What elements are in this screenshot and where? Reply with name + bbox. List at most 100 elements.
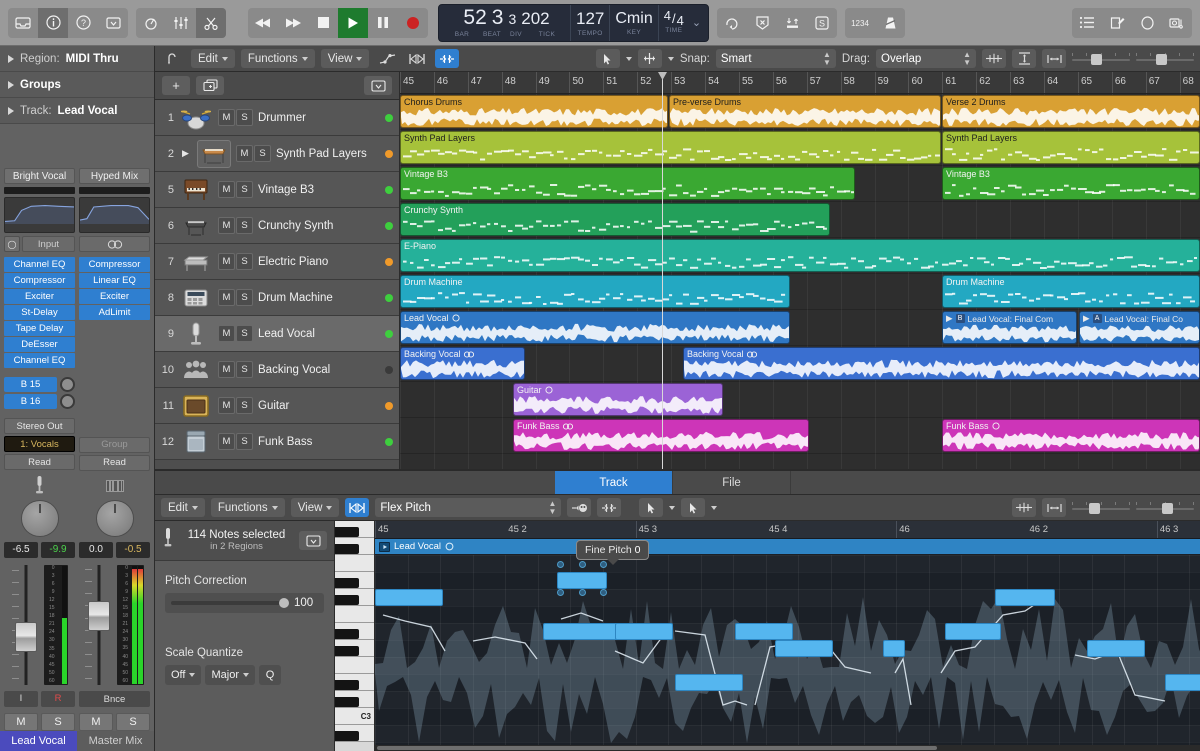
plugin-slot-empty[interactable] bbox=[79, 321, 150, 336]
volume-fader[interactable] bbox=[12, 565, 40, 685]
send-level-knob[interactable] bbox=[60, 394, 75, 409]
add-track-button[interactable]: + bbox=[162, 76, 190, 95]
toolbar-toggle-button[interactable] bbox=[98, 8, 128, 38]
editor-horizontal-scrollbar[interactable] bbox=[375, 745, 1200, 751]
region[interactable]: ▶BLead Vocal: Final Com bbox=[942, 311, 1077, 344]
editor-ruler[interactable]: 4545 245 345 44646 246 3 bbox=[375, 521, 1200, 539]
group-icon[interactable] bbox=[179, 356, 213, 384]
input-monitor-button[interactable]: I bbox=[4, 691, 38, 707]
channel-name-primary[interactable]: Lead Vocal bbox=[0, 731, 77, 751]
flex-pitch-note[interactable] bbox=[775, 640, 833, 657]
track-height-button[interactable] bbox=[1012, 49, 1036, 68]
send-level-knob[interactable] bbox=[60, 377, 75, 392]
note-handle[interactable] bbox=[557, 561, 564, 568]
master-pan-knob[interactable] bbox=[96, 500, 134, 536]
track-solo-button[interactable]: S bbox=[236, 253, 253, 270]
record-enable-dot[interactable] bbox=[385, 186, 393, 194]
plugin-slot[interactable]: Channel EQ bbox=[4, 353, 75, 368]
catch-playhead-button[interactable] bbox=[161, 49, 185, 68]
plugin-slot[interactable]: AdLimit bbox=[79, 305, 150, 320]
input-slot[interactable]: Input bbox=[22, 236, 75, 252]
output-slot[interactable]: Stereo Out bbox=[4, 418, 75, 434]
library-button[interactable] bbox=[8, 8, 38, 38]
automation-button[interactable] bbox=[375, 49, 399, 68]
synth-icon[interactable] bbox=[179, 212, 213, 240]
plugin-slot-empty[interactable] bbox=[79, 337, 150, 352]
editor-grouping-button[interactable] bbox=[597, 498, 621, 517]
scale-quantize-apply-button[interactable]: Q bbox=[259, 665, 281, 685]
mic-icon[interactable] bbox=[179, 320, 213, 348]
editor-audio-button[interactable] bbox=[567, 498, 591, 517]
automation-mode[interactable]: Read bbox=[79, 455, 150, 471]
flex-pitch-note[interactable] bbox=[995, 589, 1055, 606]
track-name[interactable]: Drummer bbox=[258, 112, 380, 124]
plugin-slot[interactable]: Tape Delay bbox=[4, 321, 75, 336]
record-enable-dot[interactable] bbox=[385, 222, 393, 230]
rewind-button[interactable] bbox=[248, 8, 278, 38]
track-name[interactable]: Funk Bass bbox=[258, 436, 380, 448]
plugin-slot[interactable]: Channel EQ bbox=[4, 257, 75, 272]
record-enable-button[interactable]: R bbox=[41, 691, 75, 707]
eq-header-bar[interactable] bbox=[79, 187, 150, 194]
track-header-row[interactable]: 12MSFunk Bass bbox=[155, 424, 399, 460]
track-header-row[interactable]: 10MSBacking Vocal bbox=[155, 352, 399, 388]
tab-file[interactable]: File bbox=[673, 471, 791, 494]
track-mute-button[interactable]: M bbox=[218, 361, 235, 378]
region[interactable]: Funk Bass bbox=[942, 419, 1200, 452]
editor-waveform-button[interactable] bbox=[1012, 498, 1036, 517]
flex-pitch-note[interactable] bbox=[883, 640, 905, 657]
track-solo-button[interactable]: S bbox=[236, 397, 253, 414]
editor-note-grid[interactable] bbox=[375, 555, 1200, 751]
editor-vertical-zoom-slider[interactable] bbox=[1072, 502, 1130, 514]
eq-header-bar[interactable] bbox=[4, 187, 75, 194]
track-name[interactable]: Lead Vocal bbox=[258, 328, 380, 340]
piano-black-key[interactable] bbox=[335, 731, 359, 741]
inspector-region-header[interactable]: Region: MIDI Thru bbox=[0, 46, 154, 72]
region[interactable]: Funk Bass bbox=[513, 419, 809, 452]
track-mute-button[interactable]: M bbox=[218, 289, 235, 306]
note-handle[interactable] bbox=[557, 589, 564, 596]
disclosure-triangle-icon[interactable] bbox=[8, 107, 14, 115]
region[interactable]: Drum Machine bbox=[400, 275, 790, 308]
group-slot[interactable]: 1: Vocals bbox=[4, 436, 75, 452]
record-enable-dot[interactable] bbox=[385, 330, 393, 338]
region[interactable]: Guitar bbox=[513, 383, 723, 416]
track-mute-button[interactable]: M bbox=[218, 325, 235, 342]
track-mute-button[interactable]: M bbox=[218, 217, 235, 234]
epiano-icon[interactable] bbox=[179, 248, 213, 276]
waveform-zoom-button[interactable] bbox=[982, 49, 1006, 68]
volume-value[interactable]: -0.5 bbox=[116, 542, 150, 558]
track-solo-button[interactable]: S bbox=[236, 361, 253, 378]
piano-white-key[interactable] bbox=[335, 555, 374, 572]
organ-icon[interactable] bbox=[179, 176, 213, 204]
count-in-button[interactable]: 1234 bbox=[845, 8, 875, 38]
group-slot[interactable]: Group bbox=[79, 437, 150, 453]
editor-left-click-tool[interactable] bbox=[639, 498, 663, 517]
region[interactable]: ▶ALead Vocal: Final Co bbox=[1079, 311, 1200, 344]
bassamp-icon[interactable] bbox=[179, 428, 213, 456]
track-mute-button[interactable]: M bbox=[218, 433, 235, 450]
menu-edit[interactable]: Edit bbox=[191, 49, 235, 68]
region[interactable]: Drum Machine bbox=[942, 275, 1200, 308]
solo-button[interactable]: S bbox=[41, 713, 75, 731]
track-name[interactable]: Backing Vocal bbox=[258, 364, 380, 376]
track-solo-button[interactable]: S bbox=[236, 181, 253, 198]
region[interactable]: Synth Pad Layers bbox=[942, 131, 1200, 164]
record-enable-dot[interactable] bbox=[385, 402, 393, 410]
region[interactable]: Synth Pad Layers bbox=[400, 131, 941, 164]
channel-setting-name[interactable]: Bright Vocal bbox=[4, 168, 75, 184]
region[interactable]: Verse 2 Drums bbox=[942, 95, 1200, 128]
plugin-slot[interactable]: Linear EQ bbox=[79, 273, 150, 288]
editor-flex-button[interactable] bbox=[345, 498, 369, 517]
track-name[interactable]: Drum Machine bbox=[258, 292, 380, 304]
track-mute-button[interactable]: M bbox=[218, 181, 235, 198]
list-editors-button[interactable] bbox=[1072, 8, 1102, 38]
input-power-icon[interactable]: ◯ bbox=[4, 236, 20, 252]
region[interactable]: Crunchy Synth bbox=[400, 203, 830, 236]
chevron-down-icon[interactable]: ⌄ bbox=[689, 16, 704, 29]
record-enable-dot[interactable] bbox=[385, 366, 393, 374]
piano-black-key[interactable] bbox=[335, 629, 359, 639]
track-header-row[interactable]: 8MSDrum Machine bbox=[155, 280, 399, 316]
track-name[interactable]: Synth Pad Layers bbox=[276, 148, 380, 160]
pitch-correction-slider[interactable]: 100 bbox=[165, 593, 324, 613]
